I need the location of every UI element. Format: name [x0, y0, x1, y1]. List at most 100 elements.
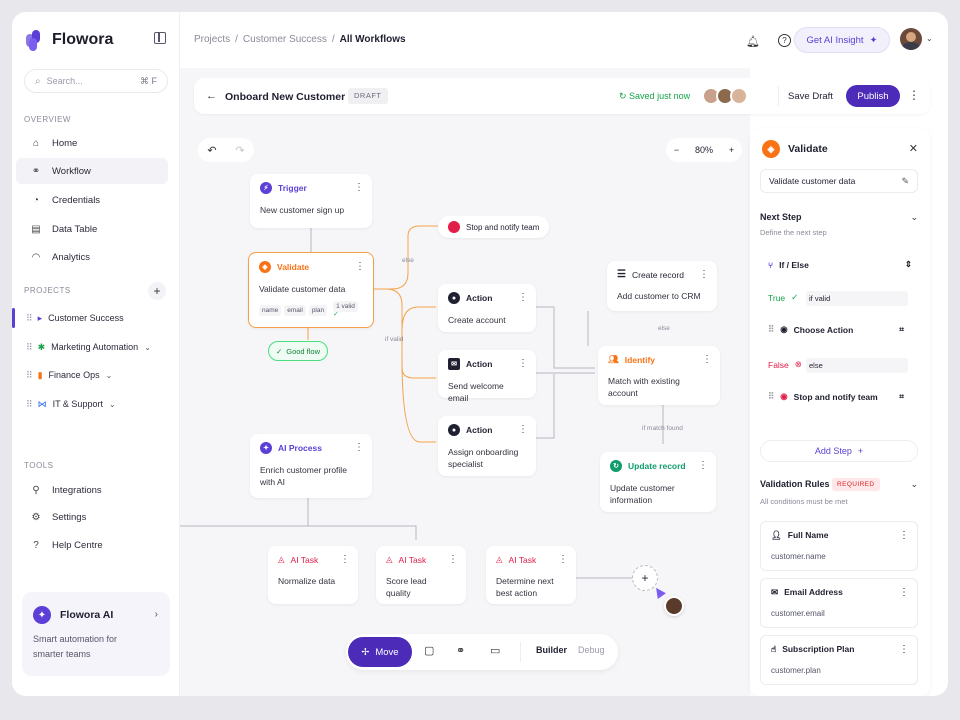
frame-tool-icon[interactable]: ▢	[424, 644, 434, 657]
if-else-step[interactable]: ⑂ If / Else ⇕	[760, 259, 918, 270]
flowora-ai-card[interactable]: ✦ Flowora AI › Smart automation for smar…	[22, 592, 170, 676]
more-icon[interactable]: ⋮	[702, 354, 712, 365]
workflow-name[interactable]: Onboard New Customer	[225, 91, 345, 103]
debug-tab[interactable]: Debug	[578, 645, 605, 655]
good-flow-badge[interactable]: ✓ Good flow	[268, 341, 328, 361]
redo-icon[interactable]: ↷	[235, 144, 244, 157]
node-create-record[interactable]: ☰ Create record ⋮ Add customer to CRM	[607, 261, 717, 311]
chevron-down-icon[interactable]: ⌄	[926, 34, 933, 43]
more-icon[interactable]: ⋮	[699, 269, 709, 280]
workflow-canvas[interactable]: ← Onboard New Customer DRAFT ↻ Saved jus…	[180, 68, 930, 696]
more-icon[interactable]: ⋮	[354, 442, 364, 453]
node-ai-task-score[interactable]: ◬ AI Task ⋮ Score lead quality	[376, 546, 466, 604]
node-ai-task-normalize[interactable]: ◬ AI Task ⋮ Normalize data	[268, 546, 358, 604]
ai-insight-button[interactable]: Get AI Insight ✦	[794, 27, 890, 53]
sidebar-item-workflow[interactable]: ⚭ Workflow	[16, 158, 168, 184]
node-action-create-account[interactable]: ● Action ⋮ Create account	[438, 284, 536, 332]
rule-email[interactable]: ✉︎ Email Address ⋮ customer.email	[760, 578, 918, 628]
link-icon[interactable]: ⌗	[899, 324, 904, 335]
builder-tab[interactable]: Builder	[536, 645, 567, 655]
chevron-down-icon[interactable]: ⌄	[106, 371, 113, 380]
crumb-customer-success[interactable]: Customer Success	[243, 34, 327, 45]
node-type: AI Process	[278, 443, 322, 453]
node-validate[interactable]: ◈ Validate ⋮ Validate customer data name …	[248, 252, 374, 328]
publish-button[interactable]: Publish	[846, 85, 900, 107]
back-arrow-icon[interactable]: ←	[206, 90, 217, 102]
sidebar-item-help[interactable]: ? Help Centre	[16, 532, 168, 558]
avatar[interactable]	[900, 28, 922, 50]
false-condition[interactable]: else	[806, 358, 908, 373]
drag-handle-icon: ⠿	[26, 369, 33, 380]
connect-tool-icon[interactable]: ⚭	[456, 644, 465, 657]
sidebar-item-data-table[interactable]: ▤ Data Table	[16, 216, 168, 242]
expand-icon[interactable]: ⇕	[905, 259, 912, 270]
chevron-right-icon[interactable]: ›	[155, 609, 158, 620]
project-finance-ops[interactable]: ⠿ ▮ Finance Ops ⌄	[16, 363, 168, 387]
more-icon[interactable]: ⋮	[908, 88, 920, 102]
rule-plan[interactable]: ☝︎ Subscription Plan ⋮ customer.plan	[760, 635, 918, 685]
more-icon[interactable]: ⋮	[354, 182, 364, 193]
more-icon[interactable]: ⋮	[355, 261, 365, 272]
sidebar-collapse-icon[interactable]	[154, 32, 166, 44]
sidebar-item-credentials[interactable]: ◔ Credentials	[16, 187, 168, 213]
node-body: Add customer to CRM	[617, 291, 701, 301]
node-action-welcome-email[interactable]: ✉︎ Action ⋮ Send welcome email	[438, 350, 536, 403]
project-it-support[interactable]: ⠿ ⋈ IT & Support ⌄	[16, 392, 168, 416]
rule-full-name[interactable]: 👤︎ Full Name ⋮ customer.name	[760, 521, 918, 571]
zoom-in-icon[interactable]: +	[729, 145, 734, 155]
collaborator-avatars[interactable]	[702, 87, 748, 105]
brand[interactable]: Flowora	[26, 30, 113, 51]
save-draft-button[interactable]: Save Draft	[778, 86, 842, 106]
drag-handle-icon: ⠿	[768, 324, 775, 334]
help-icon[interactable]: ?	[778, 34, 791, 47]
bell-icon[interactable]: 🔔︎	[744, 32, 762, 50]
node-identify[interactable]: 👥︎ Identify ⋮ Match with existing account	[598, 346, 720, 405]
search-input[interactable]: ⌕ Search... ⌘ F	[24, 69, 168, 93]
more-icon[interactable]: ⋮	[899, 530, 909, 541]
undo-icon[interactable]: ↶	[207, 144, 216, 157]
add-node-button[interactable]: +	[632, 565, 658, 591]
more-icon[interactable]: ⋮	[899, 587, 909, 598]
close-icon[interactable]: ✕	[909, 142, 918, 155]
node-ai-task-next-action[interactable]: ◬ AI Task ⋮ Determine next best action	[486, 546, 576, 604]
zoom-out-icon[interactable]: −	[674, 145, 679, 155]
add-step-button[interactable]: Add Step +	[760, 440, 918, 462]
more-icon[interactable]: ⋮	[518, 424, 528, 435]
node-action-assign-specialist[interactable]: ● Action ⋮ Assign onboarding specialist	[438, 416, 536, 476]
sidebar-item-integrations[interactable]: ⚲ Integrations	[16, 477, 168, 503]
more-icon[interactable]: ⋮	[448, 554, 458, 565]
node-stop-notify[interactable]: Stop and notify team	[438, 216, 550, 238]
ai-icon: ✦	[260, 442, 272, 454]
step-name-field[interactable]: Validate customer data ✎	[760, 169, 918, 193]
more-icon[interactable]: ⋮	[340, 554, 350, 565]
stop-notify-step[interactable]: ⠿ ◉ Stop and notify team ⌗	[760, 391, 918, 402]
chevron-down-icon[interactable]: ⌄	[144, 343, 151, 352]
sidebar-item-analytics[interactable]: ◠ Analytics	[16, 244, 168, 270]
rule-name: Subscription Plan	[782, 644, 855, 654]
node-update-record[interactable]: ↻ Update record ⋮ Update customer informa…	[600, 452, 716, 512]
node-ai-process[interactable]: ✦ AI Process ⋮ Enrich customer profile wi…	[250, 434, 372, 498]
crumb-projects[interactable]: Projects	[194, 34, 230, 45]
project-customer-success[interactable]: ⠿ ▸ Customer Success	[16, 306, 168, 330]
add-project-button[interactable]: +	[148, 282, 166, 300]
edit-icon[interactable]: ✎	[901, 176, 909, 187]
more-icon[interactable]: ⋮	[698, 460, 708, 471]
home-icon: ⌂	[32, 137, 40, 149]
sidebar-item-settings[interactable]: ⚙ Settings	[16, 504, 168, 530]
comment-tool-icon[interactable]: ▭	[490, 644, 500, 657]
chevron-down-icon[interactable]: ⌄	[109, 400, 116, 409]
choose-action-step[interactable]: ⠿ ◉ Choose Action ⌗	[760, 324, 918, 335]
link-icon[interactable]: ⌗	[899, 391, 904, 402]
true-condition[interactable]: if valid	[806, 291, 908, 306]
move-tool-button[interactable]: ✢ Move	[348, 637, 412, 667]
branch-icon: ⑂	[768, 259, 774, 270]
chevron-down-icon[interactable]: ⌄	[910, 212, 918, 223]
more-icon[interactable]: ⋮	[899, 644, 909, 655]
more-icon[interactable]: ⋮	[518, 292, 528, 303]
chevron-down-icon[interactable]: ⌄	[910, 479, 918, 490]
more-icon[interactable]: ⋮	[518, 358, 528, 369]
more-icon[interactable]: ⋮	[558, 554, 568, 565]
project-marketing-automation[interactable]: ⠿ ✱ Marketing Automation ⌄	[16, 335, 168, 359]
node-trigger[interactable]: ⚡︎ Trigger ⋮ New customer sign up	[250, 174, 372, 228]
sidebar-item-home[interactable]: ⌂ Home	[16, 130, 168, 156]
